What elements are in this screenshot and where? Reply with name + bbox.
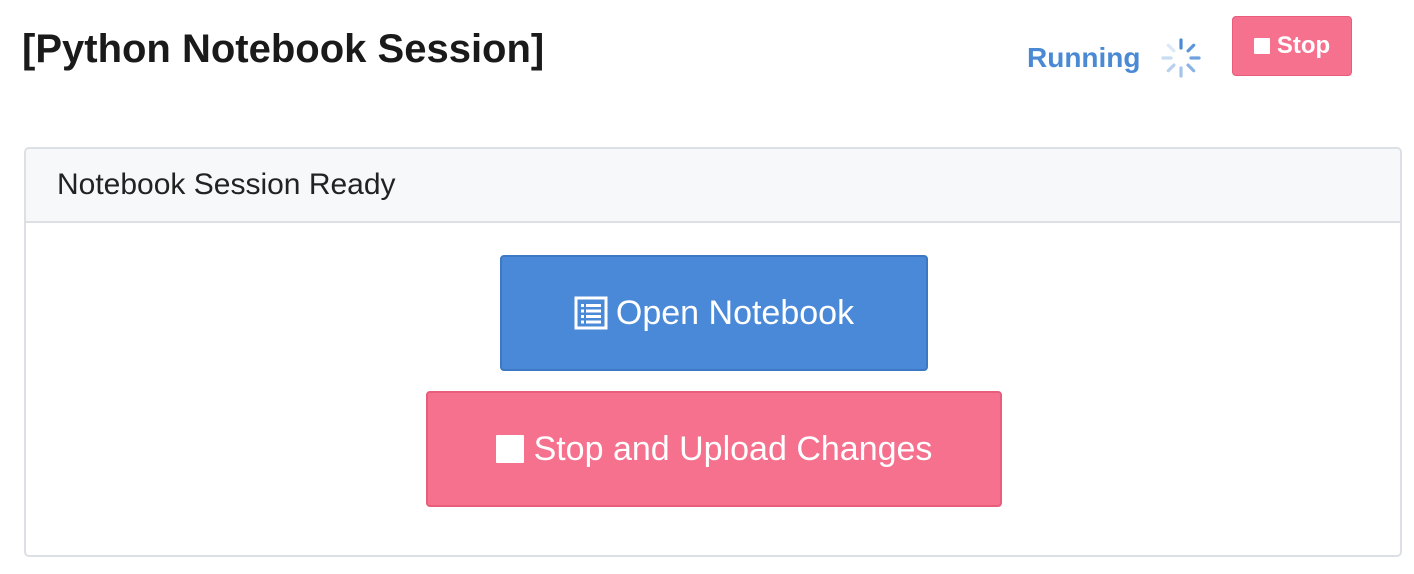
stop-button-label: Stop [1276, 32, 1331, 59]
stop-and-upload-label: Stop and Upload Changes [533, 429, 933, 468]
notebook-list-icon [574, 296, 608, 330]
stop-square-icon [1253, 38, 1270, 54]
stop-and-upload-button[interactable]: Stop and Upload Changes [426, 391, 1002, 507]
session-status: Running [1027, 36, 1203, 80]
page-title: [Python Notebook Session] [22, 27, 545, 71]
stop-button[interactable]: Stop [1232, 16, 1352, 76]
open-notebook-label: Open Notebook [615, 293, 855, 332]
status-text: Running [1027, 42, 1141, 73]
panel-header: Notebook Session Ready [26, 149, 1400, 223]
session-panel: Notebook Session Ready Open Notebook Sto… [24, 147, 1402, 557]
stop-square-icon [495, 435, 524, 463]
panel-heading: Notebook Session Ready [57, 168, 396, 201]
open-notebook-button[interactable]: Open Notebook [500, 255, 928, 371]
spinner-icon [1159, 36, 1203, 80]
page: [Python Notebook Session] Running Stop N… [0, 0, 1414, 574]
